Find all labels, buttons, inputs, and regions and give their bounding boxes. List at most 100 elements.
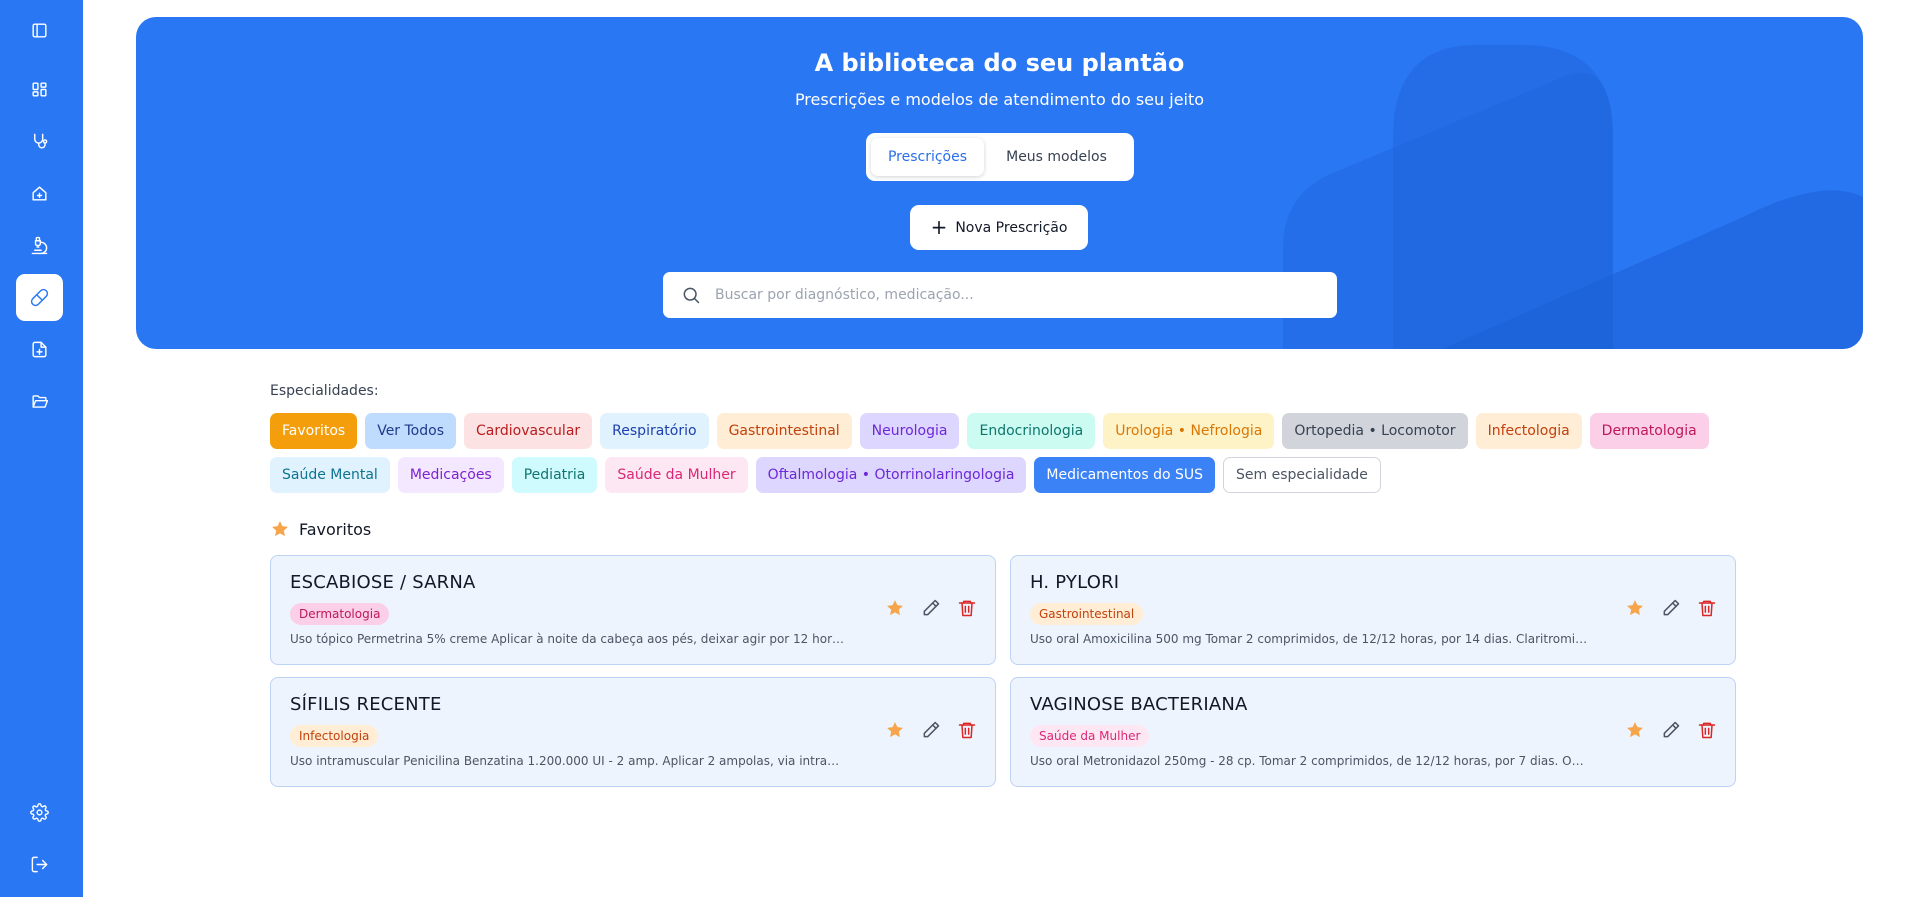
specialty-filters: Favoritos Ver Todos Cardiovascular Respirat…: [270, 413, 1740, 501]
star-icon: [1627, 722, 1643, 738]
specialty-chip[interactable]: Infectologia: [1475, 413, 1582, 449]
specialty-chip[interactable]: Neurologia: [859, 413, 960, 449]
delete-button[interactable]: [1697, 720, 1717, 740]
specialty-chip[interactable]: Medicações: [397, 457, 504, 493]
specialty-tag: Dermatologia: [290, 603, 390, 625]
specialty-chip[interactable]: Favoritos: [270, 413, 358, 449]
specialty-chip[interactable]: Saúde da Mulher: [605, 457, 748, 493]
sidebar-item-dashboard[interactable]: [16, 66, 63, 113]
favorite-button[interactable]: [1625, 720, 1645, 740]
trash-icon: [958, 600, 976, 617]
specialty-row: Saúde Mental Medicações Pediatria Saúde da …: [270, 457, 1740, 493]
favorite-button[interactable]: [885, 598, 905, 618]
card-actions: [885, 720, 977, 740]
specialty-chip[interactable]: Oftalmologia • Otorrinolaringologia: [755, 457, 1027, 493]
delete-button[interactable]: [1697, 598, 1717, 618]
sidebar-item-home[interactable]: [16, 170, 63, 217]
card-title: H. PYLORI: [1030, 572, 1120, 593]
tab-meus-modelos[interactable]: Meus modelos: [984, 138, 1129, 176]
prescription-card[interactable]: SÍFILIS RECENTE Infectologia Uso intramusc…: [270, 677, 996, 787]
prescription-card[interactable]: VAGINOSE BACTERIANA Saúde da Mulher Uso or…: [1010, 677, 1736, 787]
new-prescription-button[interactable]: + Nova Prescrição: [910, 205, 1088, 250]
trash-icon: [1698, 600, 1716, 617]
specialty-chip[interactable]: Urologia • Nefrologia: [1103, 413, 1275, 449]
card-actions: [885, 598, 977, 618]
card-description: Uso oral Amoxicilina 500 mg Tomar 2 comp…: [1030, 632, 1590, 646]
star-icon: [887, 600, 903, 616]
specialty-chip[interactable]: Gastrointestinal: [716, 413, 852, 449]
trash-icon: [958, 722, 976, 739]
sidebar-item-logout[interactable]: [16, 841, 63, 888]
delete-button[interactable]: [957, 720, 977, 740]
page-subtitle: Prescrições e modelos de atendimento do …: [794, 90, 1205, 109]
star-icon: [887, 722, 903, 738]
folder-open-icon: [32, 395, 49, 408]
card-actions: [1625, 598, 1717, 618]
card-description: Uso intramuscular Penicilina Benzatina 1…: [290, 754, 850, 768]
card-title: SÍFILIS RECENTE: [290, 694, 442, 715]
home-plus-icon: [32, 186, 47, 201]
favorites-header: Favoritos: [270, 519, 371, 539]
specialty-chip[interactable]: Ver Todos: [365, 413, 456, 449]
trash-icon: [1698, 722, 1716, 739]
tab-prescricoes[interactable]: Prescrições: [871, 138, 984, 176]
new-prescription-label: Nova Prescrição: [955, 219, 1068, 236]
specialty-row: Favoritos Ver Todos Cardiovascular Respirat…: [270, 413, 1740, 449]
pencil-icon: [923, 599, 940, 616]
pencil-icon: [923, 721, 940, 738]
specialty-chip[interactable]: Pediatria: [511, 457, 598, 493]
pencil-icon: [1663, 721, 1680, 738]
pencil-icon: [1663, 599, 1680, 616]
sidebar-item-exams[interactable]: [16, 222, 63, 269]
specialty-chip[interactable]: Ortopedia • Locomotor: [1282, 413, 1468, 449]
search-input[interactable]: [715, 287, 1315, 303]
specialty-tag: Infectologia: [290, 725, 379, 747]
card-title: VAGINOSE BACTERIANA: [1030, 694, 1248, 715]
specialty-chip[interactable]: Endocrinologia: [967, 413, 1096, 449]
specialty-chip[interactable]: Respiratório: [600, 413, 709, 449]
card-actions: [1625, 720, 1717, 740]
sidebar-item-folders[interactable]: [16, 378, 63, 425]
plus-icon: +: [930, 214, 948, 239]
edit-button[interactable]: [921, 720, 941, 740]
favorites-title: Favoritos: [299, 519, 372, 539]
dashboard-icon: [32, 82, 47, 97]
search-icon: [683, 287, 700, 304]
stethoscope-icon: [34, 133, 48, 149]
sidebar-item-documents[interactable]: [16, 326, 63, 373]
sidebar-toggle-button[interactable]: [16, 7, 63, 54]
prescription-card[interactable]: H. PYLORI Gastrointestinal Uso oral Amoxic…: [1010, 555, 1736, 665]
specialty-chip[interactable]: Medicamentos do SUS: [1034, 457, 1216, 493]
sidebar-item-consultation[interactable]: [16, 118, 63, 165]
sidebar-toggle-icon: [32, 23, 47, 38]
specialties-label: Especialidades:: [270, 383, 379, 399]
card-description: Uso tópico Permetrina 5% creme Aplicar à…: [290, 632, 850, 646]
edit-button[interactable]: [1661, 598, 1681, 618]
gear-icon: [30, 803, 49, 822]
microscope-icon: [31, 236, 48, 255]
favorite-button[interactable]: [885, 720, 905, 740]
star-icon: [1627, 600, 1643, 616]
search-bar: [663, 272, 1337, 318]
prescription-card[interactable]: ESCABIOSE / SARNA Dermatologia Uso tópico …: [270, 555, 996, 665]
specialty-chip[interactable]: Saúde Mental: [270, 457, 390, 493]
edit-button[interactable]: [921, 598, 941, 618]
sidebar-item-prescriptions[interactable]: [16, 274, 63, 321]
specialty-tag: Saúde da Mulher: [1030, 725, 1150, 747]
card-description: Uso oral Metronidazol 250mg - 28 cp. Tom…: [1030, 754, 1590, 768]
page-title: A biblioteca do seu plantão: [814, 49, 1185, 77]
card-title: ESCABIOSE / SARNA: [290, 572, 476, 593]
view-toggle: Prescrições Meus modelos: [866, 133, 1134, 181]
specialty-chip[interactable]: Sem especialidade: [1223, 457, 1381, 493]
sidebar: [0, 0, 83, 897]
favorite-button[interactable]: [1625, 598, 1645, 618]
pill-icon: [30, 288, 49, 307]
edit-button[interactable]: [1661, 720, 1681, 740]
sidebar-item-settings[interactable]: [16, 789, 63, 836]
logout-icon: [31, 856, 48, 873]
star-icon: [272, 521, 288, 537]
delete-button[interactable]: [957, 598, 977, 618]
specialty-chip[interactable]: Dermatologia: [1589, 413, 1709, 449]
hero-banner: A biblioteca do seu plantão Prescrições …: [136, 17, 1863, 349]
specialty-chip[interactable]: Cardiovascular: [464, 413, 593, 449]
